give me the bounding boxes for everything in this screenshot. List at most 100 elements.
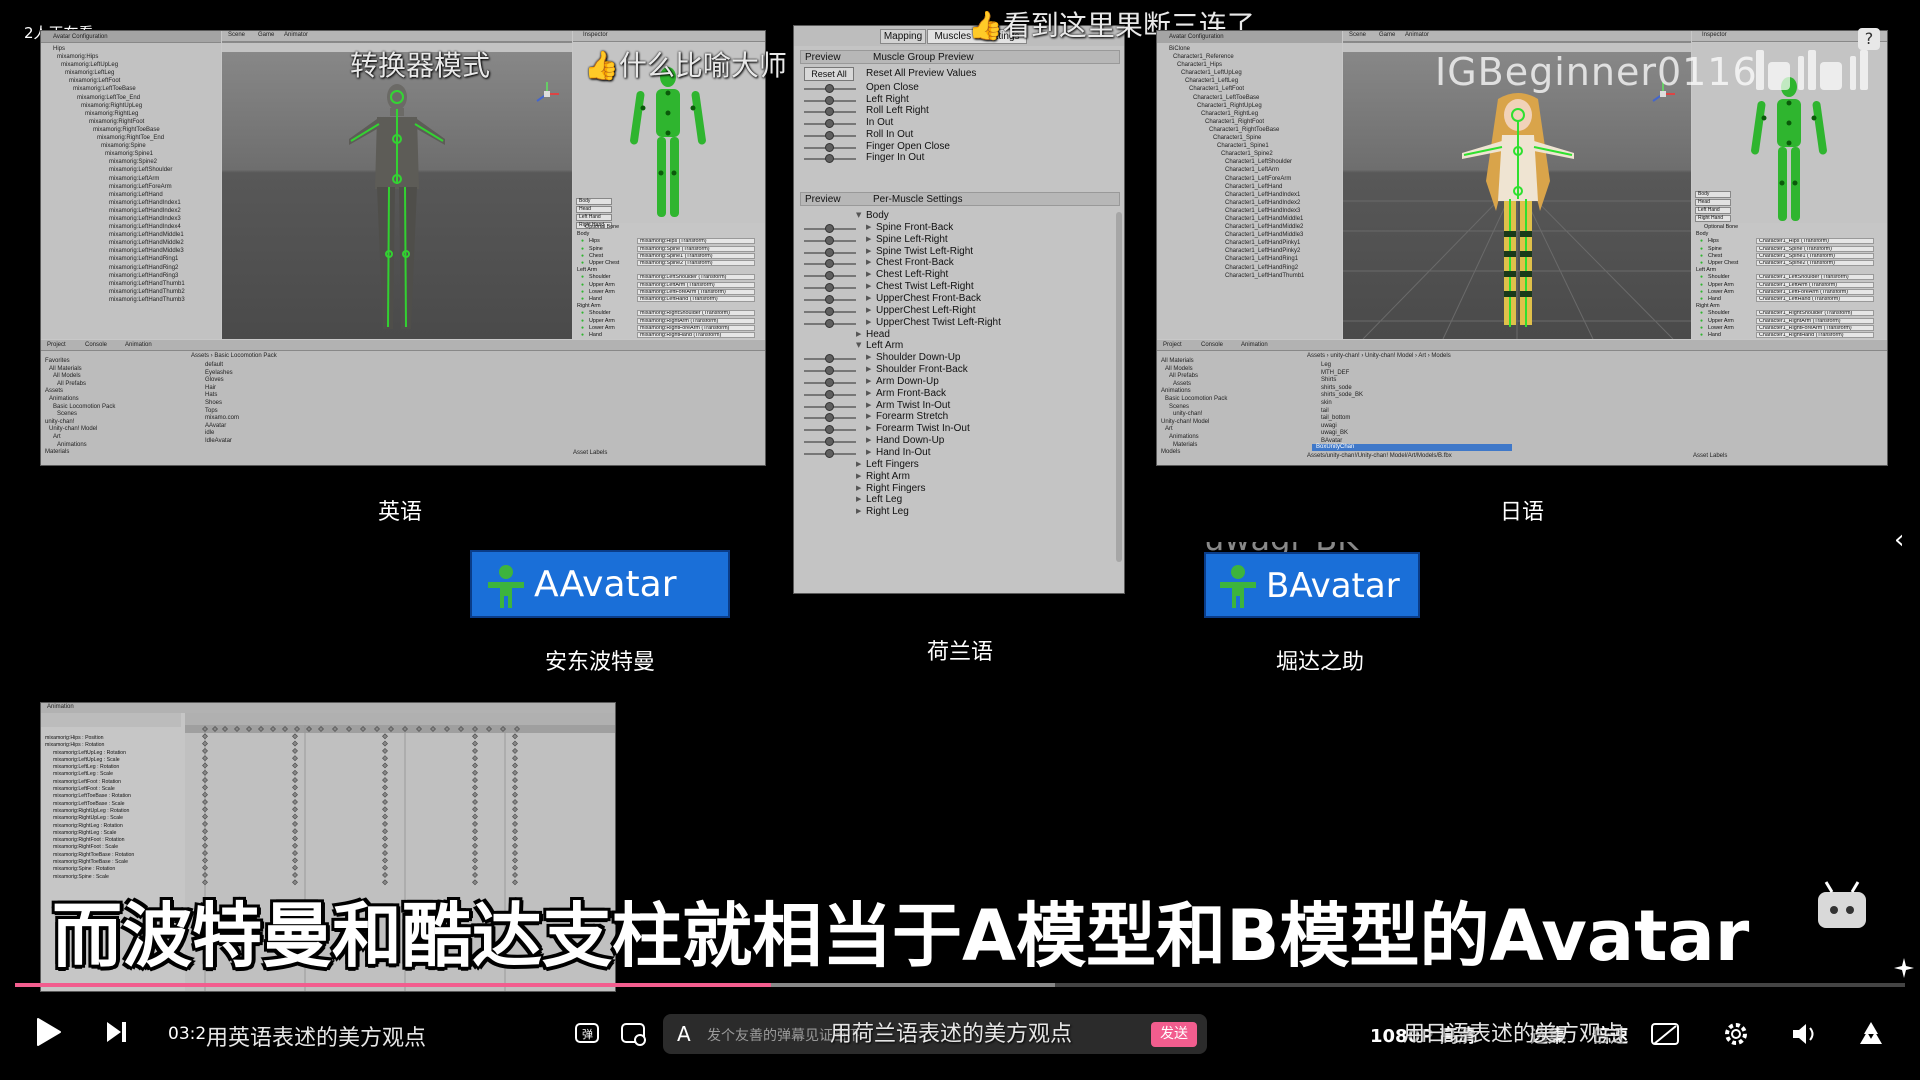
game-tab-right[interactable]: Game [1379,32,1395,38]
expanded-arrow-icon[interactable]: ▼ [856,341,861,349]
tree-item[interactable]: Character1_RightUpLeg [1161,102,1342,110]
collapsed-arrow-icon[interactable]: ▶ [866,247,871,255]
project-item[interactable]: Tops [201,408,401,416]
project-item[interactable]: shirts_sode [1317,385,1517,393]
send-button[interactable]: 发送 [1151,1022,1197,1047]
keyframe-marker[interactable] [512,799,518,805]
scene-gizmo-icon[interactable] [532,79,562,109]
body-part-button[interactable]: Right Hand [1695,215,1731,222]
collapsed-arrow-icon[interactable]: ▶ [866,353,871,361]
tree-item[interactable]: mixamorig:Spine2 [45,158,221,166]
body-part-button[interactable]: Left Hand [1695,207,1731,214]
bone-transform-field[interactable]: mixamorig:LeftArm (Transform) [637,281,755,288]
tree-item[interactable]: BiClone [1161,45,1342,53]
project-item[interactable]: Models [1161,449,1301,457]
chevron-left-icon[interactable]: ‹ [1894,525,1904,555]
tree-item[interactable]: Character1_RightLeg [1161,110,1342,118]
muscle-slider-knob[interactable] [825,130,834,140]
bone-transform-field[interactable]: Character1_LeftArm (Transform) [1756,281,1874,288]
tree-item[interactable]: Character1_LeftHandThumb1 [1161,272,1342,280]
keyframe-marker[interactable] [202,762,208,769]
body-part-button[interactable]: Body [1695,191,1731,198]
keyframe-marker[interactable] [512,828,518,835]
tree-item[interactable]: Character1_LeftHandIndex3 [1161,207,1342,215]
collapsed-arrow-icon[interactable]: ▶ [856,460,861,468]
keyframe-marker[interactable] [472,842,478,849]
keyframe-marker[interactable] [512,820,518,827]
keyframe-marker[interactable] [202,791,208,798]
animation-property[interactable]: mixamorig:LeftToeBase : Rotation [45,793,185,800]
keyframe-marker[interactable] [512,806,518,813]
keyframe-marker[interactable] [472,828,478,835]
keyframe-marker[interactable] [472,799,478,805]
keyframe-marker[interactable] [292,872,298,878]
tree-item[interactable]: Character1_LeftFoot [1161,85,1342,93]
tree-item[interactable]: Character1_Spine2 [1161,150,1342,158]
tree-item[interactable]: mixamorig:LeftShoulder [45,166,221,174]
muscle-slider-knob[interactable] [825,294,834,304]
tree-item[interactable]: Character1_LeftHandPinky2 [1161,247,1342,255]
tree-item[interactable]: mixamorig:LeftLeg [45,69,221,77]
per-muscle-row[interactable]: ▶ Right Leg [794,506,1114,520]
keyframe-marker[interactable] [202,784,208,791]
collapsed-arrow-icon[interactable]: ▶ [866,294,871,302]
collapsed-arrow-icon[interactable]: ▶ [856,484,861,492]
tree-item[interactable]: mixamorig:RightToeBase [45,126,221,134]
keyframe-marker[interactable] [512,784,518,791]
keyframe-marker[interactable] [292,733,298,740]
project-item[interactable]: Scenes [1161,404,1301,412]
keyframe-marker[interactable] [202,740,208,747]
keyframe-marker[interactable] [202,733,208,740]
keyframe-marker[interactable] [382,784,388,791]
tree-item[interactable]: Character1_Reference [1161,53,1342,61]
project-tab-right[interactable]: Project [1163,342,1182,350]
animation-property[interactable]: mixamorig:RightFoot : Rotation [45,837,185,844]
project-item[interactable]: unity-chan! [45,419,185,427]
tree-item[interactable]: mixamorig:LeftHandRing3 [45,272,221,280]
tree-item[interactable]: Character1_LeftArm [1161,166,1342,174]
project-item[interactable]: Hats [201,392,401,400]
keyframe-marker[interactable] [512,769,518,776]
keyframe-marker[interactable] [382,791,388,798]
mini-tv-icon[interactable] [1812,876,1872,936]
collapsed-arrow-icon[interactable]: ▶ [866,436,871,444]
keyframe-marker[interactable] [202,842,208,849]
tree-item[interactable]: mixamorig:LeftHandThumb3 [45,296,221,304]
bone-transform-field[interactable]: Character1_LeftShoulder (Transform) [1756,274,1874,281]
fullscreen-icon[interactable] [1856,1018,1886,1048]
keyframe-marker[interactable] [512,850,518,857]
tree-item[interactable]: mixamorig:LeftToeBase [45,85,221,93]
collapsed-arrow-icon[interactable]: ▶ [866,235,871,243]
keyframe-marker[interactable] [472,755,478,762]
tree-item[interactable]: mixamorig:LeftFoot [45,77,221,85]
bone-transform-field[interactable]: mixamorig:LeftShoulder (Transform) [637,274,755,281]
bone-group-header[interactable]: Left Arm [577,267,765,274]
keyframe-marker[interactable] [512,813,518,820]
tree-item[interactable]: mixamorig:LeftHandRing1 [45,255,221,263]
tree-item[interactable]: mixamorig:LeftHandMiddle1 [45,231,221,239]
mapping-tab[interactable]: Mapping [880,29,926,44]
project-item[interactable]: mixamo.com [201,415,401,423]
muscle-slider-knob[interactable] [825,142,834,152]
scene-tabs-right[interactable]: Scene Game Animator [1343,31,1691,42]
tree-item[interactable]: Character1_RightToeBase [1161,126,1342,134]
scene-tab-right[interactable]: Scene [1349,32,1366,38]
keyframe-marker[interactable] [472,872,478,878]
animation-property[interactable]: mixamorig:RightFoot : Scale [45,844,185,851]
project-item[interactable]: All Models [1161,366,1301,374]
scene-tab[interactable]: Scene [228,32,245,38]
muscle-slider-knob[interactable] [825,84,834,93]
tree-item[interactable]: Character1_LeftHandMiddle2 [1161,223,1342,231]
tree-item[interactable]: mixamorig:LeftHandThumb2 [45,288,221,296]
bone-group-header[interactable]: Left Arm [1696,267,1887,274]
project-item[interactable]: idle [201,430,401,438]
tree-item[interactable]: mixamorig:LeftArm [45,175,221,183]
project-item[interactable]: Shirts [1317,377,1517,385]
bone-transform-field[interactable]: Character1_RightArm (Transform) [1756,317,1874,324]
tree-item[interactable]: mixamorig:RightToe_End [45,134,221,142]
project-item[interactable]: skin [1317,400,1517,408]
bone-transform-field[interactable]: Character1_RightHand (Transform) [1756,331,1874,338]
help-button[interactable]: ? [1858,28,1880,50]
bone-transform-field[interactable]: Character1_RightShoulder (Transform) [1756,310,1874,317]
animation-tab[interactable]: Animation [125,342,152,350]
